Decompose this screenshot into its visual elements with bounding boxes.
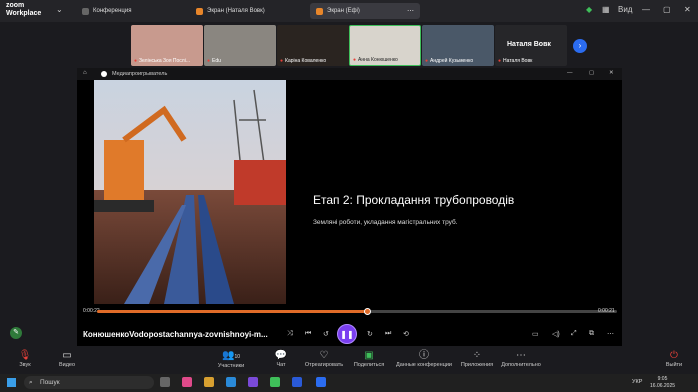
zoom-taskbar-icon[interactable] [316, 377, 326, 387]
windows-start-icon[interactable] [7, 378, 16, 387]
time-total: 0:00:21 [598, 308, 615, 314]
chrome-icon[interactable] [270, 377, 280, 387]
more-icon: ⋯ [516, 350, 526, 361]
next-page-icon[interactable]: › [573, 39, 587, 53]
maximize-icon[interactable]: ▢ [663, 5, 671, 14]
tab-screen-natalia[interactable]: Экран (Наталя Вовк) [190, 3, 271, 19]
participant-tile-active[interactable]: ● Анна Конюшенко [349, 25, 421, 66]
share-screen-icon [196, 7, 203, 15]
miniplayer-icon[interactable]: ⧉ [589, 330, 594, 338]
task-view-icon[interactable] [160, 377, 170, 387]
word-icon[interactable] [292, 377, 302, 387]
zoom-logo: zoom Workplace [6, 2, 42, 17]
participants-icon: 👥10 [221, 350, 240, 361]
mic-muted-icon: ● [353, 57, 357, 63]
close-icon[interactable]: ✕ [684, 5, 691, 14]
player-title: Медиапроигрыватель [112, 71, 168, 77]
shield-icon[interactable]: ◆ [586, 5, 592, 14]
media-player-window: ⌂ Медиапроигрыватель — ▢ ✕ Етап 2: Прокл… [77, 68, 622, 346]
slide-title: Етап 2: Прокладання трубопроводів [313, 193, 515, 207]
grid-view-icon[interactable]: ▦ [602, 5, 610, 14]
file-explorer-icon[interactable] [204, 377, 214, 387]
participant-tile[interactable]: Наталя Вовк ● Наталя Вовк [495, 25, 567, 66]
edit-annotation-icon[interactable]: ✎ [10, 327, 22, 339]
pause-icon: ❚❚ [340, 329, 354, 339]
slide-subtitle: Земляні роботи, укладання магістральних … [313, 219, 458, 226]
viber-icon[interactable] [248, 377, 258, 387]
clock[interactable]: 9:05 16.06.2025 [650, 376, 675, 390]
seek-bar-fill [97, 310, 368, 313]
apps-icon: ⁘ [472, 350, 482, 361]
participant-tile[interactable]: ● Каріна Коваленко [277, 25, 349, 66]
chevron-down-icon[interactable]: ⌄ [56, 5, 63, 14]
participant-tile[interactable]: ● Андрей Кузьменко [422, 25, 494, 66]
slide-image [94, 80, 286, 304]
shuffle-icon[interactable]: ⤨ [287, 330, 293, 338]
more-button[interactable]: ⋯ Дополнительно [496, 350, 546, 368]
mic-muted-icon: ● [134, 58, 138, 64]
share-icon: ▣ [364, 350, 374, 361]
close-icon[interactable]: ✕ [609, 70, 614, 76]
maximize-icon[interactable]: ▢ [589, 70, 594, 76]
edge-icon[interactable] [226, 377, 236, 387]
react-icon: ♡ [319, 350, 329, 361]
repeat-off-icon[interactable]: ⟲ [403, 330, 409, 338]
video-icon: ▭ [62, 350, 72, 361]
rewind-icon[interactable]: ↺ [323, 330, 329, 338]
seek-handle[interactable] [364, 308, 372, 315]
participants-button[interactable]: 👥10 Участники [206, 350, 256, 369]
leave-icon: ⏻ [670, 350, 678, 361]
meeting-info-button[interactable]: ⓘ Данные конференции [393, 350, 455, 368]
share-button[interactable]: ▣ Поделиться [344, 350, 394, 368]
taskbar-search-input[interactable]: ⌕ Пошук [24, 376, 154, 389]
language-indicator[interactable]: УКР [632, 379, 642, 385]
fullscreen-icon[interactable]: ⤢ [571, 330, 577, 338]
apps-button[interactable]: ⁘ Приложения [452, 350, 502, 368]
tab-conference[interactable]: Конференция [76, 3, 137, 19]
mic-muted-icon: ● [207, 58, 211, 64]
view-label[interactable]: Вид [618, 5, 632, 14]
captions-icon[interactable]: ▭ [532, 330, 539, 338]
share-screen-icon [316, 7, 323, 15]
app-icon [101, 71, 107, 77]
minimize-icon[interactable]: — [642, 5, 650, 14]
search-icon: ⌕ [29, 379, 33, 386]
file-name: КонюшенкоVodopostachannya-zovnishnoyi-m.… [83, 330, 268, 339]
copilot-icon[interactable] [182, 377, 192, 387]
leave-button[interactable]: ⏻ Выйти [650, 350, 698, 368]
zoom-title-bar: zoom Workplace ⌄ Конференция Экран (Ната… [0, 0, 698, 22]
react-button[interactable]: ♡ Отреагировать [299, 350, 349, 368]
home-icon [82, 7, 89, 15]
mic-muted-icon: ● [498, 58, 502, 64]
info-icon: ⓘ [419, 350, 429, 361]
seek-bar[interactable] [97, 308, 617, 315]
participant-tile[interactable]: ● Зелінська Зоя Послі... [131, 25, 203, 66]
participant-tile[interactable]: ● Edu [204, 25, 276, 66]
mic-muted-icon: ● [280, 58, 284, 64]
forward-icon[interactable]: ↻ [367, 330, 373, 338]
video-button[interactable]: ▭ Видео [42, 350, 92, 368]
player-title-bar: ⌂ Медиапроигрыватель — ▢ ✕ [77, 68, 622, 80]
pause-button[interactable]: ❚❚ [337, 324, 357, 344]
mic-muted-icon: ● [425, 58, 429, 64]
more-icon[interactable]: ⋯ [407, 7, 414, 15]
volume-icon[interactable]: ◁) [552, 330, 560, 338]
previous-icon[interactable]: ⏮ [305, 330, 311, 338]
next-icon[interactable]: ⏭ [385, 330, 391, 338]
participant-featured-name: Наталя Вовк [507, 41, 551, 48]
tab-screen-efi[interactable]: Экран (Ефі) ⋯ [310, 3, 420, 19]
home-icon[interactable]: ⌂ [83, 70, 87, 76]
minimize-icon[interactable]: — [567, 70, 573, 76]
more-icon[interactable]: ⋯ [607, 330, 614, 338]
